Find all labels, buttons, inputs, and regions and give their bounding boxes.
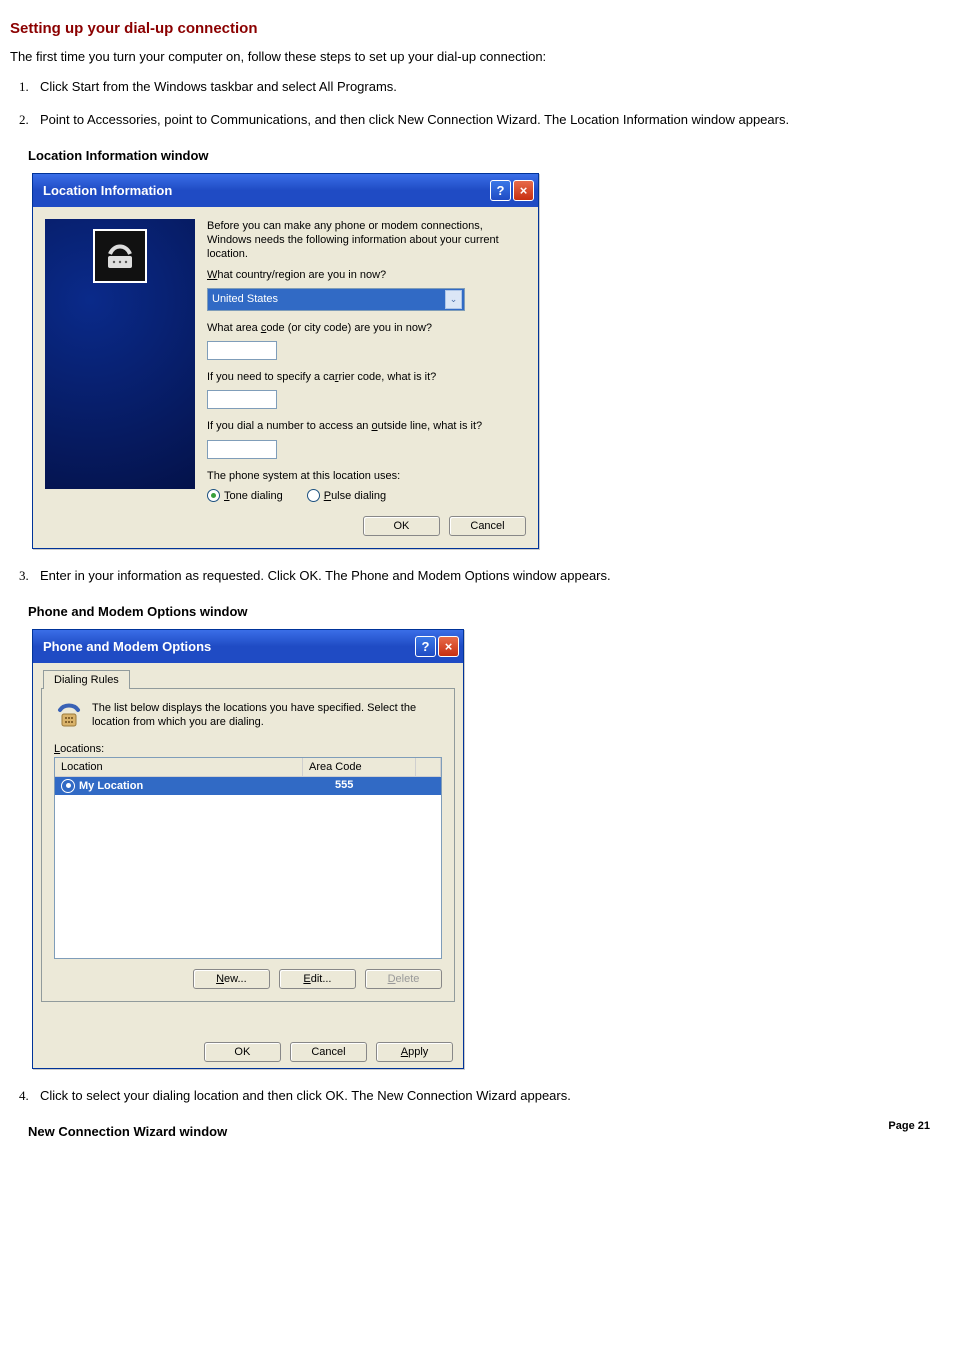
country-label: What country/region are you in now?: [207, 268, 526, 282]
location-area-code: 555: [329, 777, 441, 795]
close-icon[interactable]: ×: [513, 180, 534, 201]
cancel-button[interactable]: Cancel: [290, 1042, 367, 1062]
figure-caption-1: Location Information window: [28, 148, 944, 163]
step-3: Enter in your information as requested. …: [32, 567, 944, 586]
intro-text: The first time you turn your computer on…: [10, 49, 944, 64]
locations-label: Locations:: [54, 743, 442, 755]
outside-line-input[interactable]: [207, 440, 277, 459]
delete-button: Delete: [365, 969, 442, 989]
page-title: Setting up your dial-up connection: [10, 20, 944, 37]
country-value: United States: [212, 293, 278, 305]
list-header: Location Area Code: [55, 758, 441, 777]
phone-icon: [54, 701, 84, 733]
help-icon[interactable]: ?: [490, 180, 511, 201]
page-number: Page 21: [888, 1120, 930, 1132]
radio-icon: [307, 489, 320, 502]
figure-caption-3: New Connection Wizard window: [28, 1124, 944, 1139]
chevron-down-icon[interactable]: ⌄: [445, 290, 462, 309]
pulse-dialing-radio[interactable]: Pulse dialing: [307, 489, 386, 502]
radio-icon: [207, 489, 220, 502]
column-location[interactable]: Location: [55, 758, 303, 776]
window-title: Location Information: [43, 183, 172, 198]
phone-icon: [93, 229, 147, 283]
step-1: Click Start from the Windows taskbar and…: [32, 78, 944, 97]
titlebar[interactable]: Location Information ? ×: [33, 174, 538, 207]
country-select[interactable]: United States ⌄: [207, 288, 465, 311]
location-name: My Location: [79, 780, 143, 792]
ok-button[interactable]: OK: [204, 1042, 281, 1062]
outside-line-label: If you dial a number to access an outsid…: [207, 419, 526, 433]
cancel-button[interactable]: Cancel: [449, 516, 526, 536]
window-title: Phone and Modem Options: [43, 639, 211, 654]
area-code-input[interactable]: [207, 341, 277, 360]
dialog-intro: Before you can make any phone or modem c…: [207, 219, 526, 262]
figure-caption-2: Phone and Modem Options window: [28, 604, 944, 619]
ok-button[interactable]: OK: [363, 516, 440, 536]
area-code-label: What area code (or city code) are you in…: [207, 321, 526, 335]
dialog-description: The list below displays the locations yo…: [92, 701, 442, 730]
radio-icon: [61, 779, 75, 793]
carrier-code-label: If you need to specify a carrier code, w…: [207, 370, 526, 384]
new-button[interactable]: New...: [193, 969, 270, 989]
phone-modem-options-window: Phone and Modem Options ? × Dialing Rule…: [32, 629, 464, 1069]
tab-dialing-rules[interactable]: Dialing Rules: [43, 670, 130, 689]
close-icon[interactable]: ×: [438, 636, 459, 657]
step-2: Point to Accessories, point to Communica…: [32, 111, 944, 130]
sidebar-graphic: [45, 219, 195, 489]
locations-list[interactable]: Location Area Code My Location 555: [54, 757, 442, 959]
edit-button[interactable]: Edit...: [279, 969, 356, 989]
list-item[interactable]: My Location 555: [55, 777, 441, 795]
carrier-code-input[interactable]: [207, 390, 277, 409]
step-4: Click to select your dialing location an…: [32, 1087, 944, 1106]
column-area-code[interactable]: Area Code: [303, 758, 416, 776]
phone-system-label: The phone system at this location uses:: [207, 469, 526, 483]
apply-button[interactable]: Apply: [376, 1042, 453, 1062]
location-information-window: Location Information ? × Before you can …: [32, 173, 539, 549]
titlebar[interactable]: Phone and Modem Options ? ×: [33, 630, 463, 663]
tone-dialing-radio[interactable]: Tone dialing: [207, 489, 283, 502]
help-icon[interactable]: ?: [415, 636, 436, 657]
